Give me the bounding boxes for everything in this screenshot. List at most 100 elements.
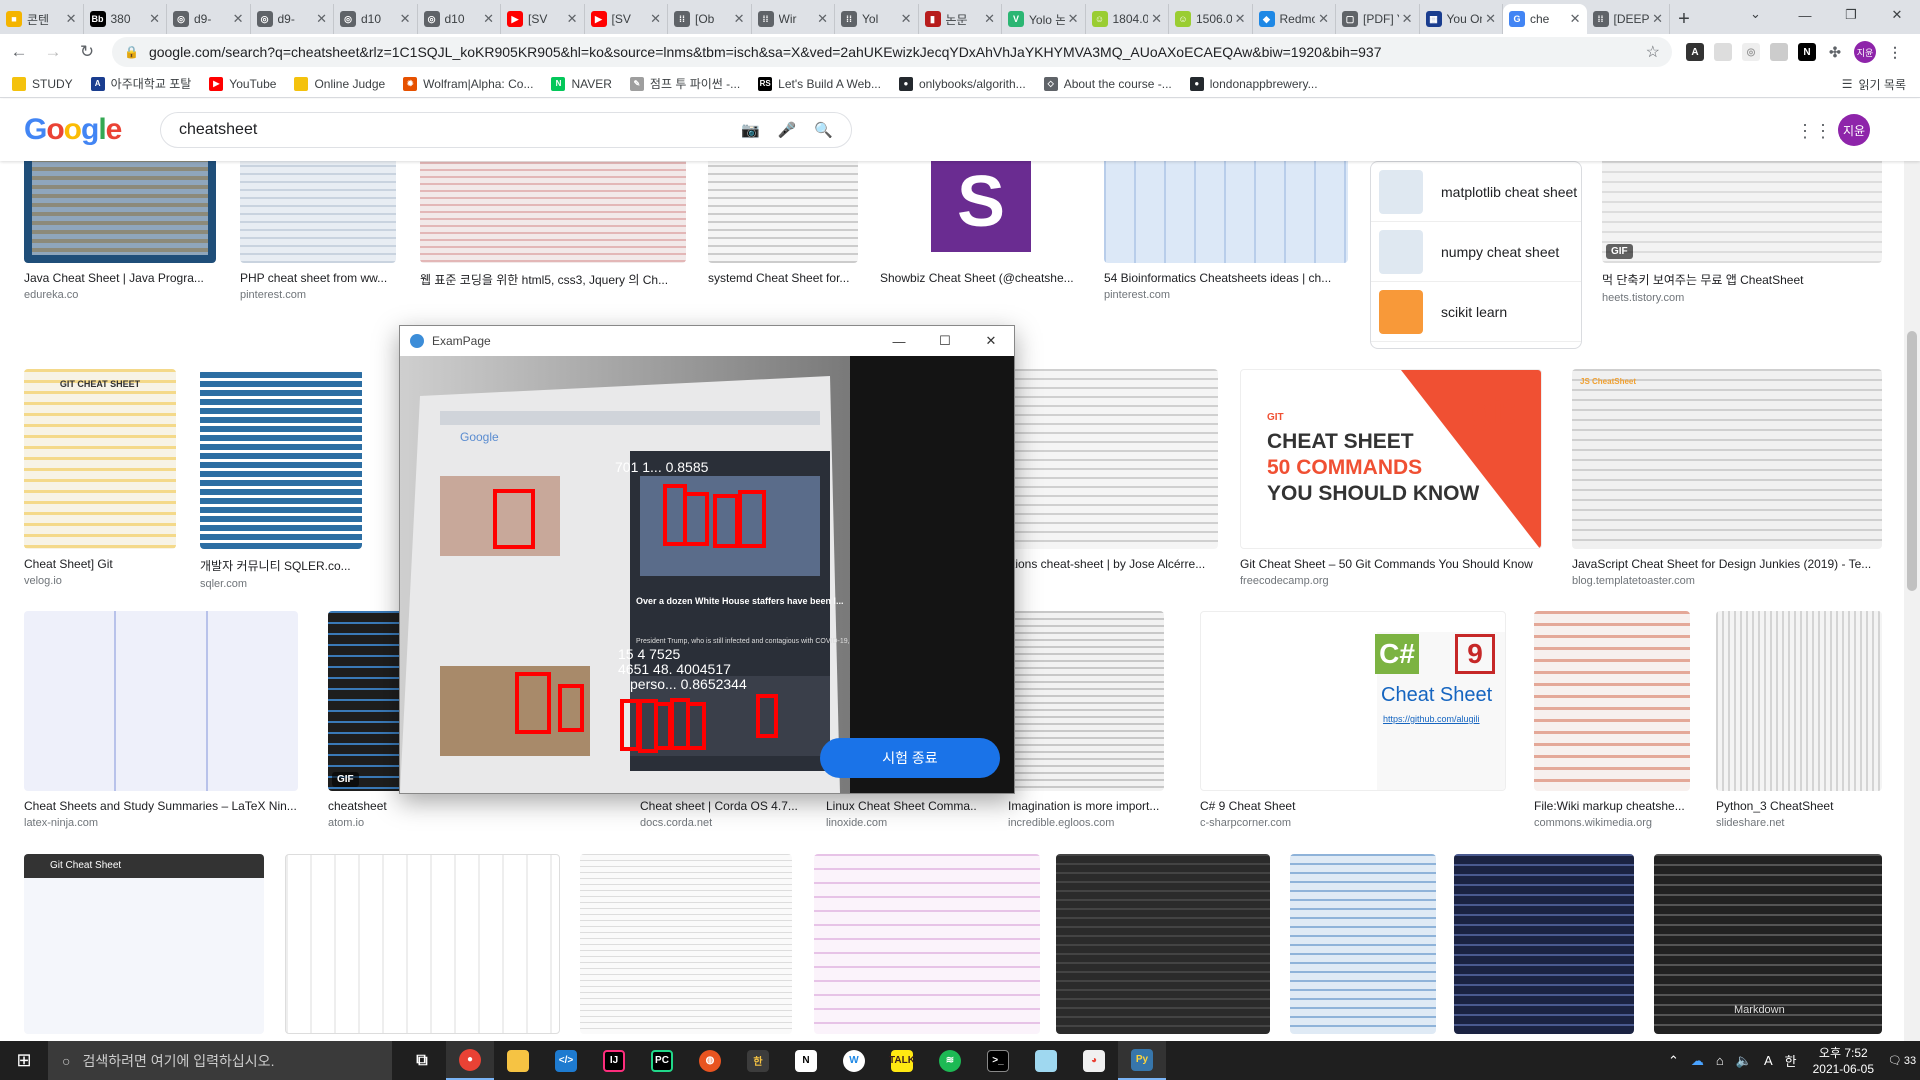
- result-thumbnail[interactable]: [420, 161, 686, 263]
- extension-c-icon[interactable]: ◎: [1742, 43, 1760, 61]
- notion-icon[interactable]: N: [782, 1041, 830, 1080]
- result-thumbnail[interactable]: [580, 854, 792, 1034]
- result-thumbnail[interactable]: C# 9 Cheat Sheet https://github.com/alug…: [1200, 611, 1506, 791]
- browser-tab[interactable]: Bb 380 ✕: [84, 4, 167, 34]
- menu-kebab-icon[interactable]: ⋮: [1886, 43, 1904, 61]
- tab-title[interactable]: [SV: [528, 12, 564, 26]
- tab-title[interactable]: Wir: [779, 12, 815, 26]
- result-card[interactable]: systemd Cheat Sheet for...: [708, 161, 858, 289]
- network-icon[interactable]: ⌂: [1716, 1053, 1724, 1068]
- result-source[interactable]: slideshare.net: [1716, 817, 1882, 829]
- bookmark-item[interactable]: ● onlybooks/algorith...: [898, 76, 1026, 91]
- result-caption[interactable]: JavaScript Cheat Sheet for Design Junkie…: [1572, 557, 1882, 571]
- result-thumbnail[interactable]: Git Cheat Sheet: [24, 854, 264, 1034]
- profile-avatar[interactable]: 지윤: [1854, 41, 1876, 63]
- browser-tab[interactable]: ◎ d10 ✕: [418, 4, 501, 34]
- result-thumbnail[interactable]: [708, 161, 858, 263]
- bookmark-item[interactable]: A 아주대학교 포탈: [90, 75, 192, 92]
- intellij-icon[interactable]: IJ: [590, 1041, 638, 1080]
- result-source[interactable]: incredible.egloos.com: [1008, 817, 1164, 829]
- tab-title[interactable]: d10: [361, 12, 397, 26]
- result-caption[interactable]: C# 9 Cheat Sheet: [1200, 799, 1506, 813]
- result-caption[interactable]: 개발자 커뮤니티 SQLER.co...: [200, 557, 362, 574]
- result-thumbnail[interactable]: S: [880, 161, 1082, 263]
- bookmark-item[interactable]: ✎ 점프 투 파이썬 -...: [629, 75, 740, 92]
- result-card[interactable]: C# 9 Cheat Sheet https://github.com/alug…: [1200, 611, 1506, 829]
- result-thumbnail[interactable]: [200, 369, 362, 549]
- bookmark-label[interactable]: STUDY: [32, 77, 73, 91]
- result-caption[interactable]: Cheat Sheets and Study Summaries – LaTeX…: [24, 799, 298, 813]
- bookmark-item[interactable]: ✹ Wolfram|Alpha: Co...: [403, 76, 533, 91]
- pycharm-icon[interactable]: PC: [638, 1041, 686, 1080]
- result-thumbnail[interactable]: [1008, 611, 1164, 791]
- onedrive-icon[interactable]: ☁: [1691, 1053, 1704, 1069]
- bookmark-item[interactable]: RS Let's Build A Web...: [758, 76, 881, 91]
- browser-tab[interactable]: ▮ 논문 ✕: [919, 4, 1002, 34]
- tab-close-icon[interactable]: ✕: [483, 11, 494, 27]
- result-card[interactable]: GIT CHEAT SHEET Cheat Sheet] Git velog.i…: [24, 369, 176, 587]
- hangul-word-icon[interactable]: 한: [734, 1041, 782, 1080]
- exam-minimize-icon[interactable]: —: [876, 326, 922, 356]
- new-tab-button[interactable]: +: [1670, 4, 1698, 34]
- camera-icon[interactable]: 📷: [741, 121, 760, 139]
- bookmark-label[interactable]: londonappbrewery...: [1210, 77, 1318, 91]
- tab-title[interactable]: d9-: [194, 12, 230, 26]
- browser-tab[interactable]: ☺ 1804.02✕: [1086, 4, 1169, 34]
- result-caption[interactable]: tions cheat-sheet | by Jose Alcérre...: [1012, 557, 1218, 571]
- file-explorer-icon[interactable]: [494, 1041, 542, 1080]
- bookmark-label[interactable]: NAVER: [571, 77, 611, 91]
- browser-tab[interactable]: ⁞⁞ Wir ✕: [752, 4, 835, 34]
- browser-tab[interactable]: ⁞⁞ [Ob ✕: [668, 4, 752, 34]
- tab-close-icon[interactable]: ✕: [149, 11, 160, 27]
- tab-close-icon[interactable]: ✕: [1235, 11, 1246, 27]
- app-w-icon[interactable]: W: [830, 1041, 878, 1080]
- clock[interactable]: 오후 7:52 2021-06-05: [1813, 1045, 1874, 1077]
- result-caption[interactable]: Imagination is more import...: [1008, 799, 1164, 813]
- browser-tab[interactable]: ▶ [SV ✕: [501, 4, 585, 34]
- result-source[interactable]: c-sharpcorner.com: [1200, 817, 1506, 829]
- tab-title[interactable]: [DEEP L: [1614, 12, 1650, 26]
- result-thumbnail[interactable]: GIT CHEAT SHEET: [24, 369, 176, 549]
- microphone-icon[interactable]: 🎤: [778, 121, 797, 139]
- result-thumbnail[interactable]: [1454, 854, 1634, 1034]
- paint-icon[interactable]: ◕: [1070, 1041, 1118, 1080]
- exam-maximize-icon[interactable]: ☐: [922, 326, 968, 356]
- result-caption[interactable]: systemd Cheat Sheet for...: [708, 271, 858, 285]
- result-source[interactable]: edureka.co: [24, 289, 216, 301]
- terminal-icon[interactable]: >_: [974, 1041, 1022, 1080]
- result-thumbnail[interactable]: [814, 854, 1040, 1034]
- browser-tab[interactable]: ■ 콘텐 ✕: [0, 4, 84, 34]
- end-exam-button[interactable]: 시험 종료: [820, 738, 1000, 778]
- tab-title[interactable]: 1804.02: [1113, 12, 1149, 26]
- bookmark-item[interactable]: STUDY: [12, 76, 73, 91]
- language-indicator[interactable]: 한: [1785, 1051, 1797, 1070]
- bookmark-label[interactable]: Online Judge: [314, 77, 385, 91]
- extension-a-icon[interactable]: A: [1686, 43, 1704, 61]
- related-search-label[interactable]: numpy cheat sheet: [1441, 244, 1559, 260]
- tab-search-icon[interactable]: ⌄: [1750, 6, 1761, 22]
- tab-close-icon[interactable]: ✕: [1402, 11, 1413, 27]
- puzzle-icon[interactable]: ✣: [1826, 43, 1844, 61]
- tab-title[interactable]: 논문: [946, 11, 982, 28]
- result-thumbnail[interactable]: [24, 161, 216, 263]
- tab-title[interactable]: 콘텐: [27, 11, 63, 28]
- related-search-item[interactable]: numpy cheat sheet: [1371, 222, 1581, 282]
- exam-window-titlebar[interactable]: ExamPage — ☐ ✕: [400, 326, 1014, 356]
- close-icon[interactable]: ✕: [1874, 0, 1920, 30]
- windows-start-icon[interactable]: ⊞: [0, 1041, 48, 1080]
- result-card[interactable]: GIF 먹 단축키 보여주는 무료 앱 CheatSheet heets.tis…: [1602, 161, 1882, 304]
- taskbar-search[interactable]: ○ 검색하려면 여기에 입력하십시오.: [48, 1041, 392, 1080]
- result-card[interactable]: [1290, 854, 1436, 1034]
- result-caption[interactable]: Linux Cheat Sheet Comma...: [826, 799, 976, 813]
- tab-title[interactable]: d9-: [278, 12, 314, 26]
- result-thumbnail[interactable]: [1716, 611, 1882, 791]
- reload-icon[interactable]: ↻: [72, 37, 102, 67]
- task-view-icon[interactable]: ⧉: [398, 1041, 446, 1080]
- tab-title[interactable]: Yolo 논: [1029, 11, 1065, 28]
- bookmark-label[interactable]: 아주대학교 포탈: [111, 75, 192, 92]
- result-card[interactable]: Java Cheat Sheet | Java Progra... edurek…: [24, 161, 216, 301]
- result-card[interactable]: GIT CHEAT SHEET 50 COMMANDS YOU SHOULD K…: [1240, 369, 1542, 587]
- result-source[interactable]: docs.corda.net: [640, 817, 812, 829]
- browser-tab[interactable]: ⁞⁞ [DEEP L✕: [1587, 4, 1670, 34]
- tab-title[interactable]: Yol: [862, 12, 898, 26]
